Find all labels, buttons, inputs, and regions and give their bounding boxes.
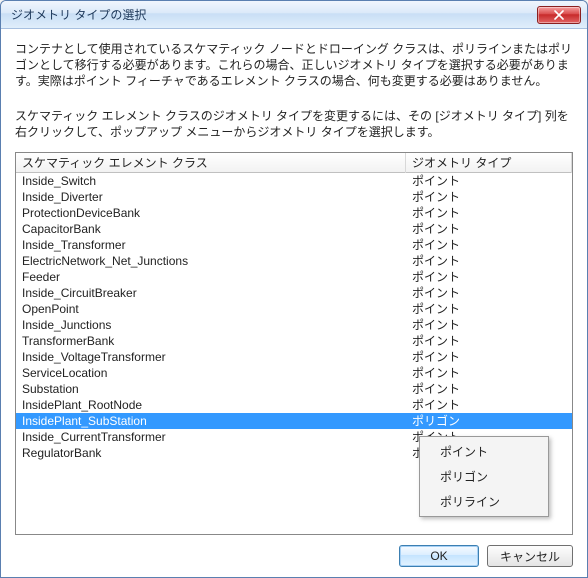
table-row[interactable]: OpenPointポイント (16, 301, 572, 317)
cell-element-name: Inside_CurrentTransformer (16, 430, 406, 444)
cell-element-name: InsidePlant_SubStation (16, 414, 406, 428)
cell-geometry-type[interactable]: ポイント (406, 332, 572, 349)
title-bar: ジオメトリ タイプの選択 (1, 1, 587, 29)
table-row[interactable]: Substationポイント (16, 381, 572, 397)
geometry-type-context-menu: ポイントポリゴンポリライン (419, 436, 549, 517)
cell-geometry-type[interactable]: ポイント (406, 380, 572, 397)
table-row[interactable]: ProtectionDeviceBankポイント (16, 205, 572, 221)
table-row[interactable]: TransformerBankポイント (16, 333, 572, 349)
cell-geometry-type[interactable]: ポイント (406, 252, 572, 269)
cell-element-name: Inside_CircuitBreaker (16, 286, 406, 300)
cell-element-name: Inside_VoltageTransformer (16, 350, 406, 364)
cancel-button[interactable]: キャンセル (487, 545, 573, 567)
cell-geometry-type[interactable]: ポイント (406, 188, 572, 205)
table-row[interactable]: Inside_Diverterポイント (16, 189, 572, 205)
table-row[interactable]: Inside_Junctionsポイント (16, 317, 572, 333)
description-text-2: スケマティック エレメント クラスのジオメトリ タイプを変更するには、その [ジ… (15, 108, 573, 140)
cell-element-name: OpenPoint (16, 302, 406, 316)
cell-element-name: Feeder (16, 270, 406, 284)
table-row[interactable]: InsidePlant_RootNodeポイント (16, 397, 572, 413)
cell-element-name: Inside_Transformer (16, 238, 406, 252)
geometry-type-menu-item[interactable]: ポリゴン (422, 464, 546, 489)
cell-element-name: Inside_Diverter (16, 190, 406, 204)
cell-geometry-type[interactable]: ポリゴン (406, 412, 572, 429)
cell-geometry-type[interactable]: ポイント (406, 364, 572, 381)
geometry-type-menu-item[interactable]: ポイント (422, 439, 546, 464)
cell-element-name: ServiceLocation (16, 366, 406, 380)
cell-element-name: Inside_Switch (16, 174, 406, 188)
description-text-1: コンテナとして使用されているスケマティック ノードとドローイング クラスは、ポリ… (15, 41, 573, 90)
cell-geometry-type[interactable]: ポイント (406, 284, 572, 301)
grid-header-row: スケマティック エレメント クラス ジオメトリ タイプ (16, 153, 572, 173)
close-button[interactable] (537, 6, 581, 24)
cell-geometry-type[interactable]: ポイント (406, 348, 572, 365)
column-header-name[interactable]: スケマティック エレメント クラス (16, 152, 406, 173)
table-row[interactable]: Inside_Switchポイント (16, 173, 572, 189)
cell-geometry-type[interactable]: ポイント (406, 396, 572, 413)
table-row[interactable]: InsidePlant_SubStationポリゴン (16, 413, 572, 429)
table-row[interactable]: Feederポイント (16, 269, 572, 285)
column-header-type[interactable]: ジオメトリ タイプ (406, 152, 572, 173)
dialog-button-row: OK キャンセル (15, 535, 573, 567)
close-icon (554, 10, 564, 20)
cell-element-name: Inside_Junctions (16, 318, 406, 332)
table-row[interactable]: CapacitorBankポイント (16, 221, 572, 237)
cell-element-name: ProtectionDeviceBank (16, 206, 406, 220)
cell-geometry-type[interactable]: ポイント (406, 236, 572, 253)
table-row[interactable]: Inside_VoltageTransformerポイント (16, 349, 572, 365)
ok-button[interactable]: OK (399, 545, 479, 567)
table-row[interactable]: Inside_Transformerポイント (16, 237, 572, 253)
cell-element-name: CapacitorBank (16, 222, 406, 236)
geometry-type-menu-item[interactable]: ポリライン (422, 489, 546, 514)
cell-geometry-type[interactable]: ポイント (406, 173, 572, 190)
cell-geometry-type[interactable]: ポイント (406, 316, 572, 333)
cell-element-name: ElectricNetwork_Net_Junctions (16, 254, 406, 268)
cell-geometry-type[interactable]: ポイント (406, 268, 572, 285)
cell-element-name: RegulatorBank (16, 446, 406, 460)
cell-element-name: Substation (16, 382, 406, 396)
cell-element-name: InsidePlant_RootNode (16, 398, 406, 412)
cell-geometry-type[interactable]: ポイント (406, 220, 572, 237)
dialog-window: ジオメトリ タイプの選択 コンテナとして使用されているスケマティック ノードとド… (0, 0, 588, 578)
cell-geometry-type[interactable]: ポイント (406, 204, 572, 221)
table-row[interactable]: Inside_CircuitBreakerポイント (16, 285, 572, 301)
cell-element-name: TransformerBank (16, 334, 406, 348)
table-row[interactable]: ServiceLocationポイント (16, 365, 572, 381)
window-title: ジオメトリ タイプの選択 (11, 6, 537, 23)
table-row[interactable]: ElectricNetwork_Net_Junctionsポイント (16, 253, 572, 269)
cell-geometry-type[interactable]: ポイント (406, 300, 572, 317)
